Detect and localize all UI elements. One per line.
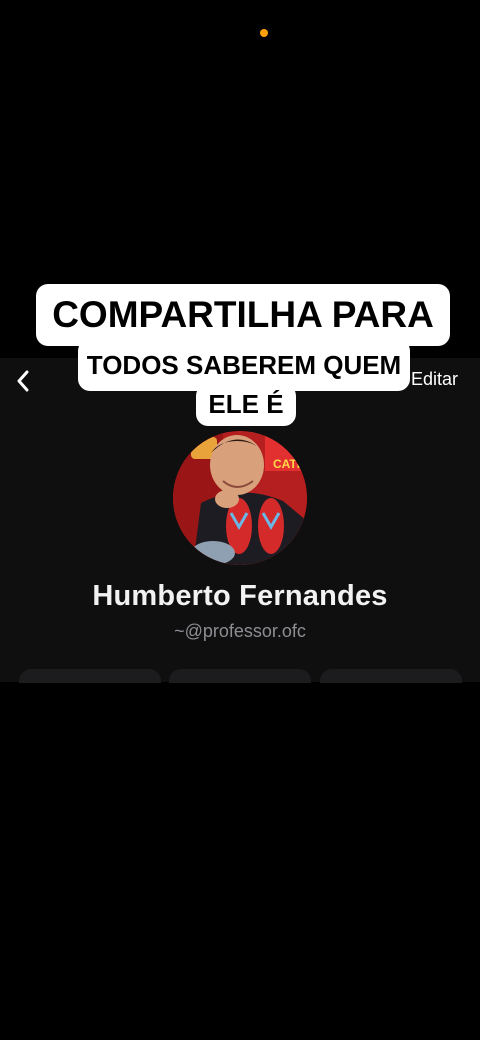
privacy-indicator-dot: [260, 29, 268, 37]
action-tab-3[interactable]: [320, 669, 462, 683]
action-tab-2[interactable]: [169, 669, 311, 683]
profile-name: Humberto Fernandes: [92, 580, 388, 612]
profile-handle: ~@professor.ofc: [174, 621, 306, 641]
caption-line-3: ELE É: [196, 384, 296, 426]
back-button[interactable]: [8, 364, 38, 398]
avatar-photo: CATI: [173, 431, 307, 565]
screen: Editar CATI Humberto Fernandes ~@profess…: [0, 0, 480, 1040]
edit-button[interactable]: Editar: [411, 369, 458, 390]
caption-line-1: COMPARTILHA PARA: [36, 284, 450, 346]
chevron-left-icon: [17, 370, 29, 392]
avatar[interactable]: CATI: [173, 431, 307, 565]
action-tab-1[interactable]: [19, 669, 161, 683]
